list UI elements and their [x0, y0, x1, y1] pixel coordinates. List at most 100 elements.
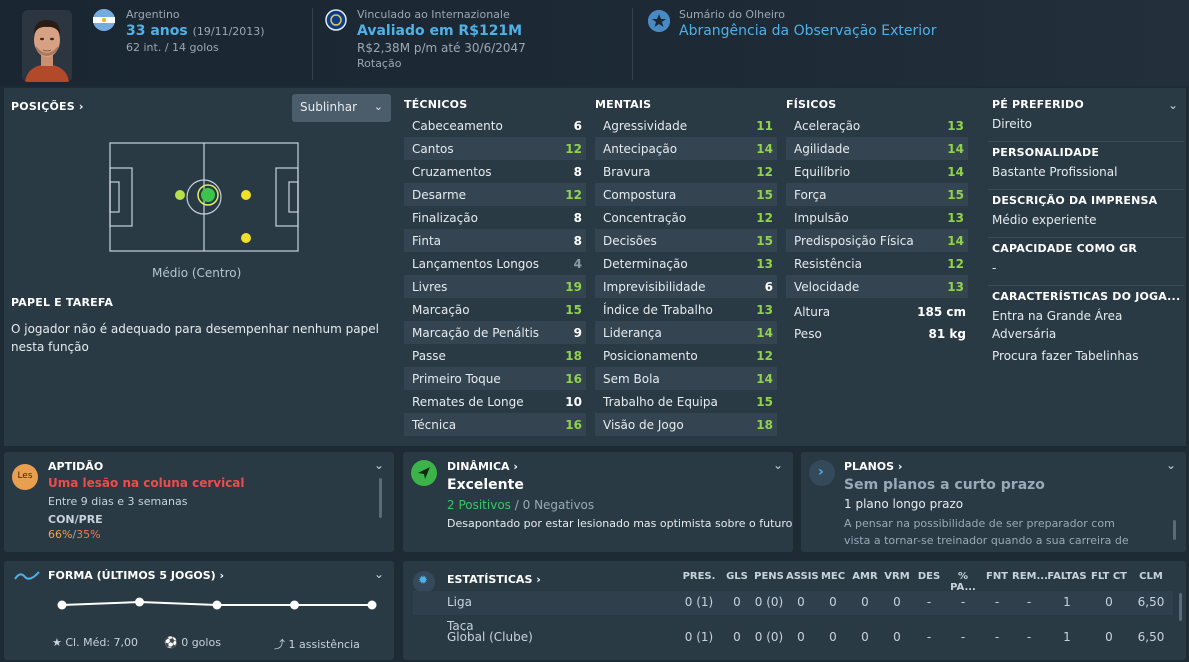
- form-point[interactable]: [290, 600, 299, 610]
- attribute-row[interactable]: Primeiro Toque 16: [404, 367, 586, 390]
- role-title: PAPEL E TAREFA: [11, 296, 114, 309]
- form-point[interactable]: [212, 600, 222, 610]
- attribute-value: 15: [756, 233, 773, 248]
- stats-column-header[interactable]: % PA...: [946, 571, 980, 593]
- attribute-row[interactable]: Visão de Jogo 18: [595, 413, 777, 436]
- stats-column-header[interactable]: VRM: [882, 571, 912, 582]
- positives-count[interactable]: 2 Positivos: [447, 498, 511, 512]
- attribute-row[interactable]: Passe 18: [404, 344, 586, 367]
- attribute-row[interactable]: Predisposição Física 14: [786, 229, 968, 252]
- attribute-row[interactable]: Antecipação 14: [595, 137, 777, 160]
- attribute-row[interactable]: Livres 19: [404, 275, 586, 298]
- stats-column-header[interactable]: GLS: [722, 571, 752, 582]
- form-card[interactable]: FORMA (ÚLTIMOS 5 JOGOS) › ⌄ ★ Cl. Méd: 7…: [4, 561, 394, 660]
- attribute-row[interactable]: Trabalho de Equipa 15: [595, 390, 777, 413]
- scrollbar[interactable]: [379, 478, 382, 518]
- stats-cell: 0: [829, 595, 837, 609]
- goals-summary: ⚽ 0 golos: [164, 636, 221, 649]
- attribute-row[interactable]: Liderança 14: [595, 321, 777, 344]
- attribute-row[interactable]: Impulsão 13: [786, 206, 968, 229]
- attribute-row[interactable]: Posicionamento 12: [595, 344, 777, 367]
- stats-cell: 0: [797, 595, 805, 609]
- attribute-value: 10: [565, 394, 582, 409]
- attribute-row[interactable]: Resistência 12: [786, 252, 968, 275]
- highlight-dropdown[interactable]: Sublinhar ⌄: [292, 94, 391, 122]
- form-title[interactable]: FORMA (ÚLTIMOS 5 JOGOS) ›: [48, 569, 224, 582]
- attribute-row[interactable]: Lançamentos Longos 4: [404, 252, 586, 275]
- scrollbar[interactable]: [1179, 593, 1182, 621]
- attribute-row[interactable]: Remates de Longe 10: [404, 390, 586, 413]
- physical-attributes: FÍSICOS Aceleração 13 Agilidade 14 Equilíbri…: [786, 94, 968, 298]
- stats-row-league: Liga 0 (1) 0 0 (0) 0 0 0 0 - - - - 1 0 6,50: [403, 595, 1186, 617]
- traits-title[interactable]: CARACTERÍSTICAS DO JOGA...: [992, 290, 1184, 303]
- attribute-name: Cantos: [412, 141, 454, 156]
- plans-title[interactable]: PLANOS ›: [844, 460, 902, 473]
- attribute-row[interactable]: Compostura 15: [595, 183, 777, 206]
- stats-cell: 0: [1105, 630, 1113, 644]
- stats-column-header[interactable]: DES: [914, 571, 944, 582]
- attribute-row[interactable]: Imprevisibilidade 6: [595, 275, 777, 298]
- stats-cell: 1: [1063, 595, 1071, 609]
- scout-info[interactable]: Sumário do Olheiro Abrangência da Observ…: [679, 8, 937, 39]
- attribute-row[interactable]: Concentração 12: [595, 206, 777, 229]
- attribute-row[interactable]: Velocidade 13: [786, 275, 968, 298]
- attribute-row[interactable]: Finta 8: [404, 229, 586, 252]
- form-point[interactable]: [367, 600, 377, 610]
- attribute-name: Decisões: [603, 233, 657, 248]
- chevron-down-icon[interactable]: ⌄: [1168, 98, 1178, 112]
- stats-column-header[interactable]: PENS: [752, 571, 786, 582]
- attribute-row[interactable]: Força 15: [786, 183, 968, 206]
- statistics-card[interactable]: ✹ ESTATÍSTICAS › PRES. GLS PENS ASSIS MEC AMR…: [403, 561, 1186, 660]
- chevron-down-icon[interactable]: ⌄: [773, 458, 783, 472]
- positions-title[interactable]: POSIÇÕES ›: [11, 100, 84, 113]
- attribute-row[interactable]: Aceleração 13: [786, 114, 968, 137]
- preferred-foot: PÉ PREFERIDO ⌄ Direito: [988, 94, 1184, 142]
- attribute-value: 9: [573, 325, 582, 340]
- attribute-row[interactable]: Técnica 16: [404, 413, 586, 436]
- plans-card[interactable]: › PLANOS › ⌄ Sem planos a curto prazo 1 …: [801, 452, 1186, 552]
- scrollbar[interactable]: [1173, 520, 1176, 540]
- stats-column-header[interactable]: FNT: [982, 571, 1012, 582]
- stats-column-header[interactable]: FALTAS: [1047, 571, 1087, 582]
- stats-column-header[interactable]: PRES.: [679, 571, 719, 582]
- attribute-value: 15: [756, 394, 773, 409]
- attribute-row[interactable]: Bravura 12: [595, 160, 777, 183]
- attribute-row[interactable]: Finalização 8: [404, 206, 586, 229]
- stats-column-header[interactable]: CLM: [1131, 571, 1171, 582]
- stats-cell: 0: [861, 595, 869, 609]
- stats-column-header[interactable]: FLT CT: [1090, 571, 1128, 582]
- attribute-row[interactable]: Cantos 12: [404, 137, 586, 160]
- dynamics-card[interactable]: DINÂMICA › ⌄ Excelente 2 Positivos / 0 N…: [403, 452, 793, 552]
- stats-cell: -: [1026, 630, 1032, 644]
- form-point[interactable]: [135, 597, 144, 607]
- stats-column-header[interactable]: REM...: [1012, 571, 1048, 582]
- attribute-row[interactable]: Agilidade 14: [786, 137, 968, 160]
- attribute-row[interactable]: Sem Bola 14: [595, 367, 777, 390]
- attribute-row[interactable]: Decisões 15: [595, 229, 777, 252]
- attribute-row[interactable]: Equilíbrio 14: [786, 160, 968, 183]
- chevron-down-icon[interactable]: ⌄: [374, 567, 384, 581]
- attribute-row[interactable]: Marcação 15: [404, 298, 586, 321]
- chevron-down-icon[interactable]: ⌄: [374, 458, 384, 472]
- stats-cell: 0 (0): [754, 595, 784, 609]
- attribute-row[interactable]: Índice de Trabalho 13: [595, 298, 777, 321]
- injury-name[interactable]: Uma lesão na coluna cervical: [48, 476, 245, 490]
- stats-column-header[interactable]: ASSIS: [786, 571, 819, 582]
- stats-column-header[interactable]: AMR: [850, 571, 880, 582]
- attribute-name: Impulsão: [794, 210, 849, 225]
- dynamics-title[interactable]: DINÂMICA ›: [447, 460, 518, 473]
- attribute-row[interactable]: Determinação 13: [595, 252, 777, 275]
- form-point[interactable]: [57, 600, 67, 610]
- attribute-row[interactable]: Cruzamentos 8: [404, 160, 586, 183]
- negatives-count[interactable]: 0 Negativos: [523, 498, 595, 512]
- chevron-down-icon[interactable]: ⌄: [1166, 458, 1176, 472]
- attribute-row[interactable]: Cabeceamento 6: [404, 114, 586, 137]
- attribute-row[interactable]: Agressividade 11: [595, 114, 777, 137]
- fitness-card[interactable]: Les APTIDÃO ⌄ Uma lesão na coluna cervic…: [4, 452, 394, 552]
- scout-value[interactable]: Abrangência da Observação Exterior: [679, 23, 937, 39]
- attribute-row[interactable]: Desarme 12: [404, 183, 586, 206]
- goals-text: 0 golos: [181, 636, 221, 649]
- stats-column-header[interactable]: MEC: [818, 571, 848, 582]
- attribute-row[interactable]: Marcação de Penáltis 9: [404, 321, 586, 344]
- player-value[interactable]: Avaliado em R$121M: [357, 23, 526, 39]
